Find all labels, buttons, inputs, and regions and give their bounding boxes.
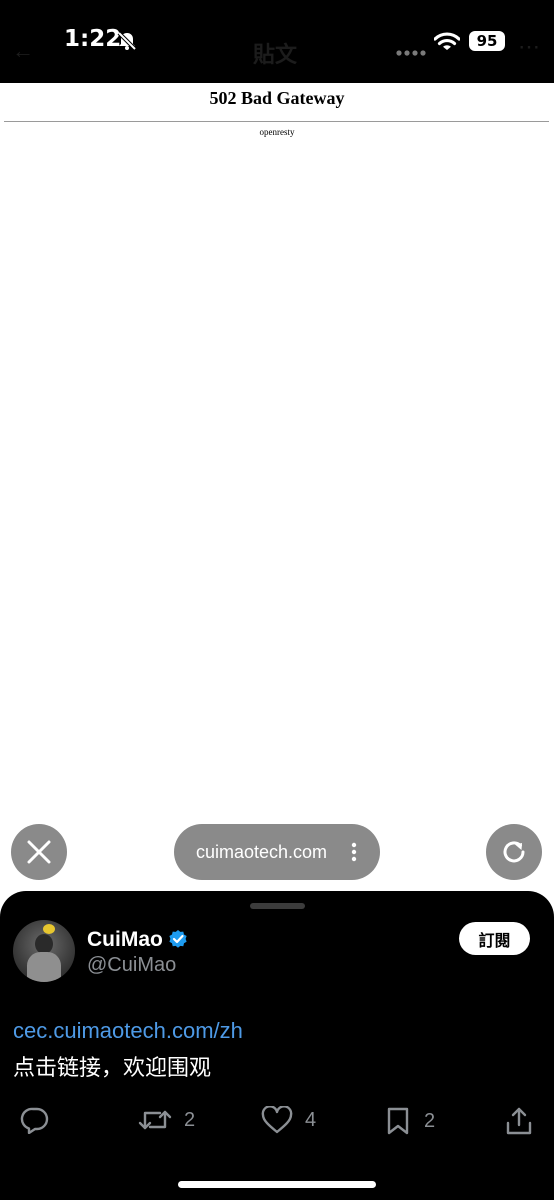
user-handle[interactable]: @CuiMao bbox=[87, 954, 176, 977]
more-options-icon[interactable] bbox=[351, 842, 357, 867]
battery-indicator: 95 bbox=[469, 31, 505, 51]
subscribe-button[interactable]: 訂閱 bbox=[459, 922, 530, 955]
background-more-icon: ⋯ bbox=[518, 34, 540, 59]
server-name: openresty bbox=[259, 127, 295, 137]
avatar-head bbox=[35, 934, 53, 954]
reload-button[interactable] bbox=[486, 824, 542, 880]
heart-icon bbox=[261, 1106, 293, 1134]
cellular-signal-icon bbox=[396, 43, 426, 61]
close-browser-button[interactable] bbox=[11, 824, 67, 880]
wifi-icon bbox=[433, 32, 461, 57]
bookmark-button[interactable]: 2 bbox=[384, 1106, 435, 1136]
divider bbox=[4, 121, 549, 122]
repost-button[interactable]: 2 bbox=[138, 1106, 195, 1134]
sheet-grabber[interactable] bbox=[250, 903, 305, 909]
reload-icon bbox=[503, 841, 525, 863]
repost-icon bbox=[138, 1110, 172, 1130]
reply-button[interactable] bbox=[20, 1106, 50, 1134]
repost-count: 2 bbox=[184, 1108, 196, 1131]
error-title: 502 Bad Gateway bbox=[209, 88, 345, 108]
reply-icon bbox=[20, 1107, 49, 1134]
back-arrow-icon: ← bbox=[12, 38, 34, 63]
close-icon bbox=[27, 840, 51, 864]
share-icon bbox=[506, 1107, 532, 1135]
post-text: 点击链接，欢迎围观 bbox=[13, 1056, 212, 1081]
like-count: 4 bbox=[305, 1108, 317, 1131]
avatar-body bbox=[27, 952, 61, 982]
url-text: cuimaotech.com bbox=[196, 841, 328, 862]
url-bar[interactable]: cuimaotech.com bbox=[174, 824, 380, 880]
avatar[interactable] bbox=[13, 920, 75, 982]
share-button[interactable] bbox=[505, 1106, 533, 1136]
post-link[interactable]: cec.cuimaotech.com/zh bbox=[13, 1018, 243, 1044]
post-sheet: CuiMao @CuiMao 訂閱 cec.cuimaotech.com/zh … bbox=[0, 891, 554, 1200]
background-page-title: 貼文 bbox=[253, 43, 298, 68]
home-indicator[interactable] bbox=[178, 1181, 376, 1188]
avatar-decoration bbox=[43, 924, 55, 934]
bookmark-icon bbox=[387, 1107, 409, 1135]
bookmark-count: 2 bbox=[424, 1109, 436, 1132]
verified-badge-icon bbox=[168, 929, 188, 954]
display-name[interactable]: CuiMao bbox=[87, 928, 163, 952]
status-bar: ← 1:22 貼文 95 ⋯ bbox=[0, 0, 554, 83]
like-button[interactable]: 4 bbox=[261, 1106, 316, 1134]
silent-bell-icon bbox=[116, 30, 138, 57]
status-time: 1:22 bbox=[64, 26, 122, 52]
